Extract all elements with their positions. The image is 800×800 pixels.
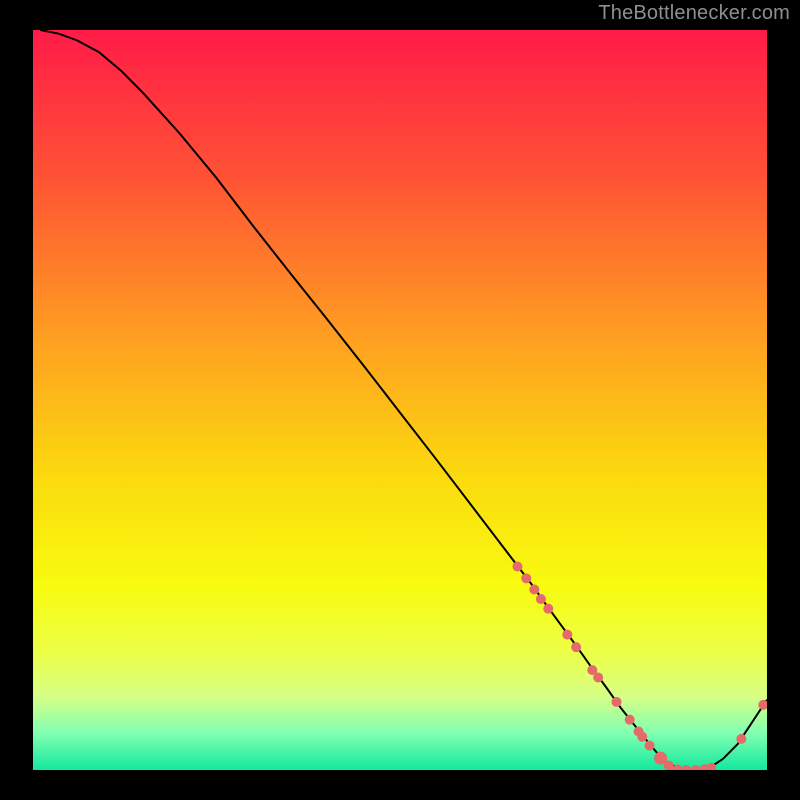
- data-marker: [736, 734, 746, 744]
- chart-plot-area: [33, 30, 767, 770]
- data-marker: [612, 697, 622, 707]
- watermark-text: TheBottlenecker.com: [598, 2, 790, 25]
- data-marker: [562, 630, 572, 640]
- data-marker: [543, 604, 553, 614]
- data-marker: [645, 741, 655, 751]
- data-marker: [593, 673, 603, 683]
- data-marker: [529, 584, 539, 594]
- data-marker: [512, 562, 522, 572]
- data-marker: [571, 642, 581, 652]
- data-marker: [521, 573, 531, 583]
- data-marker: [625, 715, 635, 725]
- chart-frame: TheBottlenecker.com: [0, 0, 800, 800]
- data-marker: [637, 732, 647, 742]
- gradient-background: [33, 30, 767, 770]
- chart-svg: [33, 30, 767, 770]
- data-marker: [536, 594, 546, 604]
